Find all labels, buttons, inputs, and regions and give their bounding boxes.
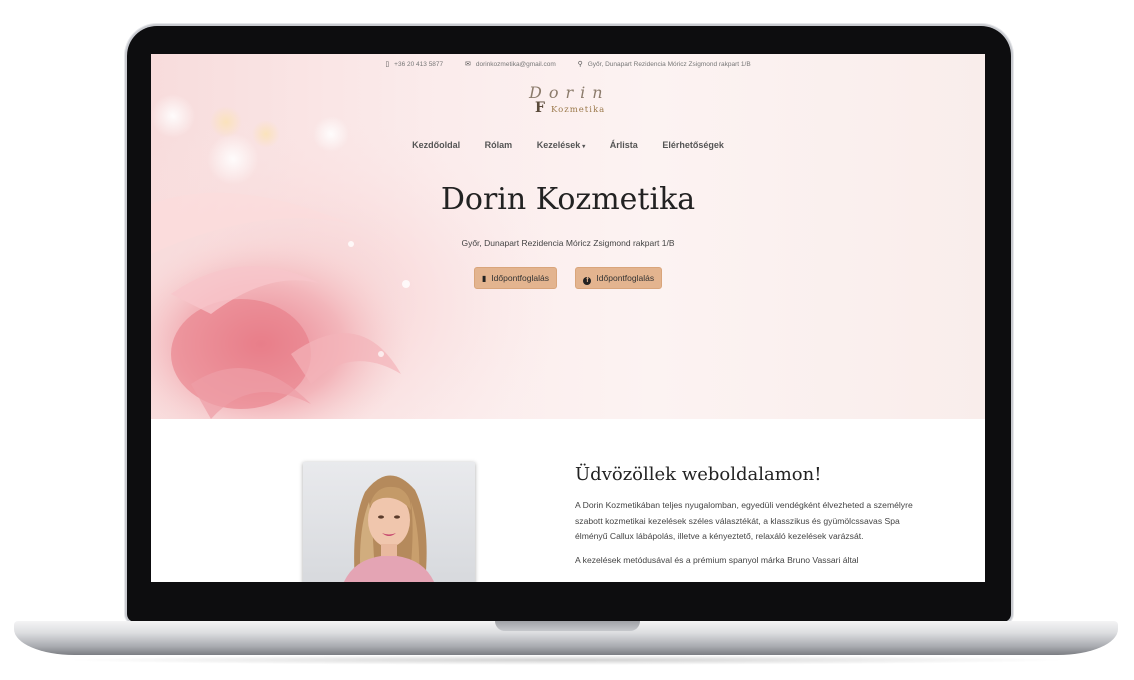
logo-subtitle: Kozmetika [551,105,606,115]
main-nav: Kezdőoldal Rólam Kezelések ▾ Árlista Elér… [151,140,985,150]
website-screen: ▯ +36 20 413 5877 ✉ dorinkozmetika@gmail.c… [151,54,985,582]
contact-topbar: ▯ +36 20 413 5877 ✉ dorinkozmetika@gmail.c… [151,60,985,68]
envelope-icon: ✉ [464,61,471,68]
booking-phone-button[interactable]: ▮ Időpontfoglalás [473,267,557,289]
laptop-notch [495,621,640,631]
location-pin-icon: ⚲ [577,61,583,68]
nav-item-home[interactable]: Kezdőoldal [412,140,460,150]
phone-icon: ▮ [481,274,487,283]
topbar-email[interactable]: ✉ dorinkozmetika@gmail.com [465,60,556,68]
nav-item-about[interactable]: Rólam [485,140,513,150]
portrait-image [343,475,435,582]
logo-mark: F [535,100,545,116]
topbar-phone[interactable]: ▯ +36 20 413 5877 [385,60,443,68]
booking-buttons: ▮ Időpontfoglalás f Időpontfoglalás [151,267,985,289]
nav-item-contacts[interactable]: Elérhetőségek [662,140,724,150]
phone-icon: ▯ [385,61,390,68]
site-logo[interactable]: Dorin F Kozmetika [529,83,609,119]
hero-title: Dorin Kozmetika [440,182,696,217]
hero-address: Győr, Dunapart Rezidencia Móricz Zsigmon… [461,238,675,248]
laptop-shadow [60,655,1074,665]
welcome-title: Üdvözöllek weboldalamon! [575,464,822,485]
facebook-icon: f [583,277,592,285]
topbar-address[interactable]: ⚲ Győr, Dunapart Rezidencia Móricz Zsigmo… [578,60,751,68]
nav-item-treatments[interactable]: Kezelések ▾ [537,140,586,150]
nav-item-pricelist[interactable]: Árlista [610,140,638,150]
booking-facebook-button[interactable]: f Időpontfoglalás [575,267,663,289]
welcome-text: A Dorin Kozmetikában teljes nyugalomban,… [575,498,920,576]
profile-photo [303,462,475,582]
hero-section: ▯ +36 20 413 5877 ✉ dorinkozmetika@gmail.c… [151,54,985,419]
welcome-paragraph-2: A kezelések metódusával és a prémium spa… [575,554,859,565]
welcome-paragraph-1: A Dorin Kozmetikában teljes nyugalomban,… [575,500,913,541]
chevron-down-icon: ▾ [582,144,586,150]
